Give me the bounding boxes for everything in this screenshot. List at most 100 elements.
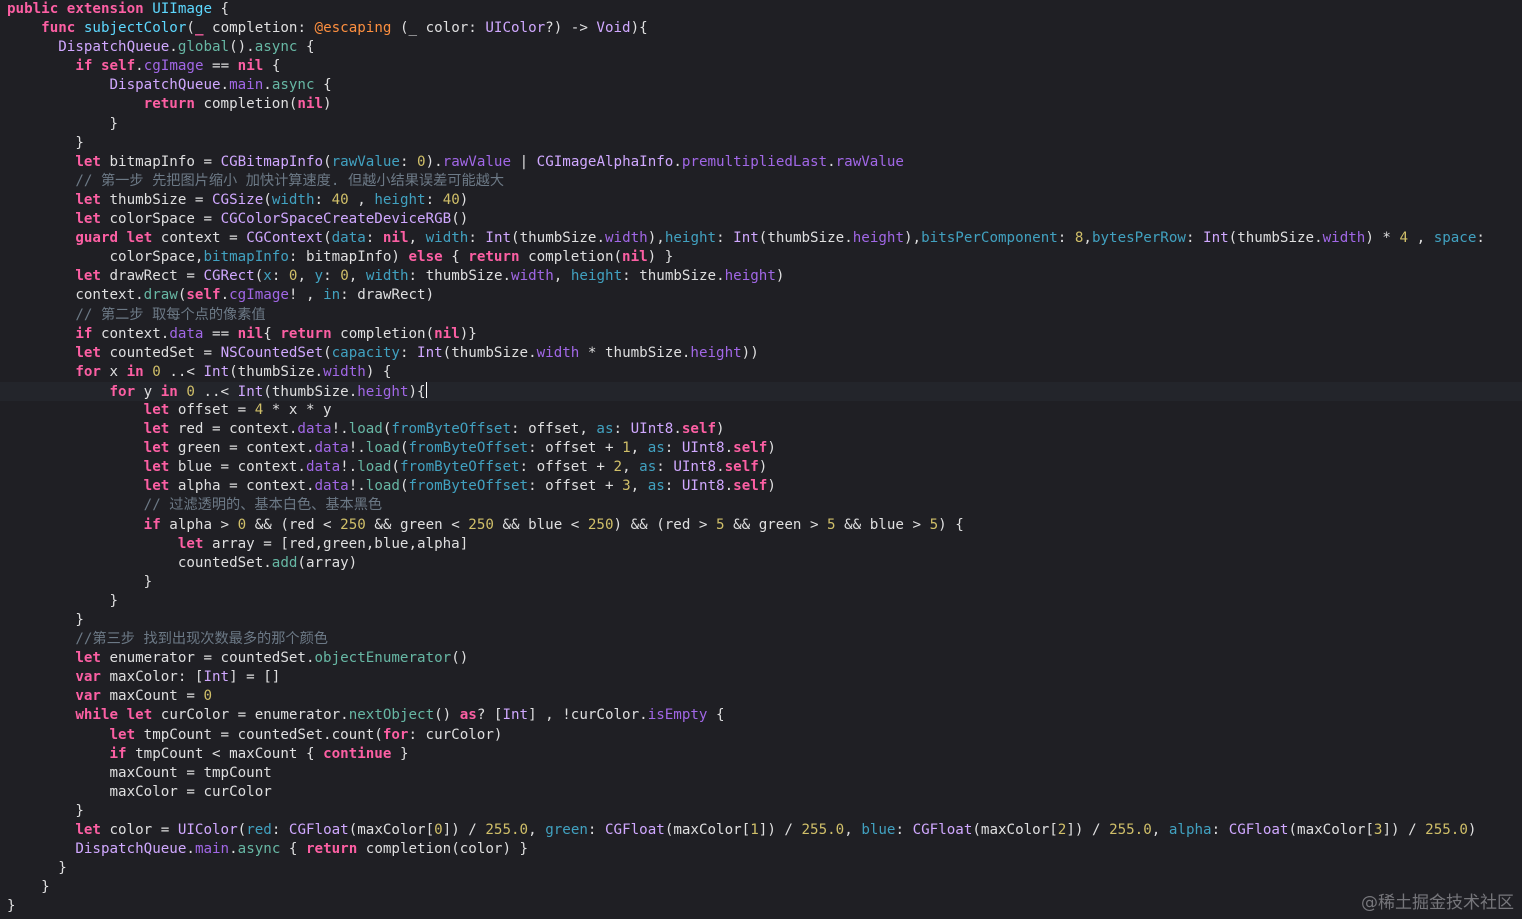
code-token: // 第一步 先把图片缩小 加快计算速度. 但越小结果误差可能越大 bbox=[75, 172, 505, 189]
code-line[interactable]: let colorSpace = CGColorSpaceCreateDevic… bbox=[7, 210, 1522, 229]
code-line[interactable]: if alpha > 0 && (red < 250 && green < 25… bbox=[7, 516, 1522, 535]
code-token: , bbox=[1408, 230, 1434, 247]
code-line[interactable]: context.draw(self.cgImage! , in: drawRec… bbox=[7, 286, 1522, 305]
code-token: : bbox=[425, 191, 443, 208]
code-token: let bbox=[75, 650, 101, 667]
code-token: == bbox=[203, 58, 238, 75]
code-area[interactable]: public extension UIImage { func subjectC… bbox=[0, 0, 1522, 917]
code-token: 0 bbox=[434, 822, 443, 839]
code-token: //第三步 找到出现次数最多的那个颜色 bbox=[75, 631, 328, 648]
code-line[interactable]: let alpha = context.data!.load(fromByteO… bbox=[7, 477, 1522, 496]
code-token: (). bbox=[229, 39, 255, 56]
code-line[interactable]: let blue = context.data!.load(fromByteOf… bbox=[7, 458, 1522, 477]
code-line[interactable]: countedSet.add(array) bbox=[7, 554, 1522, 573]
code-token: } bbox=[7, 115, 119, 132]
code-line[interactable]: let drawRect = CGRect(x: 0, y: 0, width:… bbox=[7, 267, 1522, 286]
code-token: alpha > bbox=[160, 516, 238, 533]
code-line[interactable]: var maxColor: [Int] = [] bbox=[7, 668, 1522, 687]
code-token: ) && (red > bbox=[613, 516, 716, 533]
code-token: (thumbSize. bbox=[442, 344, 537, 361]
code-token: (maxColor[ bbox=[348, 822, 435, 839]
code-line[interactable]: // 第二步 取每个点的像素值 bbox=[7, 306, 1522, 325]
code-line[interactable]: while let curColor = enumerator.nextObje… bbox=[7, 706, 1522, 725]
code-line[interactable]: return completion(nil) bbox=[7, 95, 1522, 114]
code-token: Int bbox=[203, 669, 230, 686]
code-token: : bbox=[664, 440, 682, 457]
code-line[interactable]: DispatchQueue.main.async { return comple… bbox=[7, 840, 1522, 859]
code-line[interactable]: maxCount = tmpCount bbox=[7, 764, 1522, 783]
code-token: : bbox=[656, 459, 674, 476]
code-token: ]) / bbox=[1066, 822, 1110, 839]
code-line[interactable]: } bbox=[7, 802, 1522, 821]
code-line[interactable]: if tmpCount < maxCount { continue } bbox=[7, 745, 1522, 764]
code-token: width bbox=[605, 230, 648, 247]
code-token: y bbox=[314, 268, 324, 285]
code-line[interactable]: } bbox=[7, 134, 1522, 153]
code-token: fromByteOffset bbox=[408, 478, 529, 495]
code-token: ..< bbox=[194, 383, 238, 400]
code-token: nil bbox=[382, 230, 409, 247]
code-line[interactable]: } bbox=[7, 573, 1522, 592]
code-line[interactable]: } bbox=[7, 859, 1522, 878]
code-line[interactable]: if self.cgImage == nil { bbox=[7, 57, 1522, 76]
code-editor[interactable]: public extension UIImage { func subjectC… bbox=[0, 0, 1522, 919]
code-token: data bbox=[331, 230, 366, 247]
code-line[interactable]: var maxCount = 0 bbox=[7, 687, 1522, 706]
code-token: , bbox=[622, 459, 640, 476]
code-line[interactable]: public extension UIImage { bbox=[7, 0, 1522, 19]
code-token: ] , !curColor. bbox=[528, 707, 648, 724]
code-line[interactable]: } bbox=[7, 115, 1522, 134]
code-line[interactable]: let tmpCount = countedSet.count(for: cur… bbox=[7, 726, 1522, 745]
code-line[interactable]: let offset = 4 * x * y bbox=[7, 401, 1522, 420]
code-line[interactable]: } bbox=[7, 611, 1522, 630]
code-line[interactable]: maxColor = curColor bbox=[7, 783, 1522, 802]
code-line[interactable]: } bbox=[7, 897, 1522, 916]
code-token: . bbox=[135, 58, 144, 75]
code-token: cgImage bbox=[143, 58, 204, 75]
code-line[interactable]: let thumbSize = CGSize(width: 40 , heigh… bbox=[7, 191, 1522, 210]
code-line[interactable]: // 过滤透明的、基本白色、基本黑色 bbox=[7, 496, 1522, 515]
code-line[interactable]: let enumerator = countedSet.objectEnumer… bbox=[7, 649, 1522, 668]
code-line[interactable]: // 第一步 先把图片缩小 加快计算速度. 但越小结果误差可能越大 bbox=[7, 172, 1522, 191]
code-line[interactable]: let array = [red,green,blue,alpha] bbox=[7, 535, 1522, 554]
code-line[interactable]: let countedSet = NSCountedSet(capacity: … bbox=[7, 344, 1522, 363]
code-line[interactable]: func subjectColor(_ completion: @escapin… bbox=[7, 19, 1522, 38]
code-line[interactable]: DispatchQueue.main.async { bbox=[7, 76, 1522, 95]
code-line[interactable]: for x in 0 ..< Int(thumbSize.width) { bbox=[7, 363, 1522, 382]
code-token: var bbox=[75, 688, 101, 705]
code-line[interactable]: DispatchQueue.global().async { bbox=[7, 38, 1522, 57]
code-line[interactable]: colorSpace,bitmapInfo: bitmapInfo) else … bbox=[7, 248, 1522, 267]
code-line[interactable]: let color = UIColor(red: CGFloat(maxColo… bbox=[7, 821, 1522, 840]
code-line[interactable]: let green = context.data!.load(fromByteO… bbox=[7, 439, 1522, 458]
code-line-current[interactable]: for y in 0 ..< Int(thumbSize.height){ bbox=[0, 381, 1522, 401]
code-token: && blue > bbox=[835, 516, 930, 533]
code-line[interactable]: if context.data == nil{ return completio… bbox=[7, 325, 1522, 344]
code-token: . bbox=[186, 841, 195, 858]
code-token: 2 bbox=[613, 459, 623, 476]
code-line[interactable]: //第三步 找到出现次数最多的那个颜色 bbox=[7, 630, 1522, 649]
code-token: : bbox=[399, 153, 418, 170]
code-token: in bbox=[126, 363, 144, 380]
code-line[interactable]: guard let context = CGContext(data: nil,… bbox=[7, 229, 1522, 248]
code-token: self bbox=[186, 287, 221, 304]
text-cursor bbox=[425, 381, 427, 398]
code-token: { bbox=[707, 707, 725, 724]
code-token: (thumbSize. bbox=[511, 230, 606, 247]
code-token: : thumbSize. bbox=[622, 268, 725, 285]
code-token: () bbox=[451, 211, 469, 228]
code-token: self bbox=[733, 478, 768, 495]
code-token: (maxColor[ bbox=[1288, 822, 1374, 839]
code-token: blue bbox=[861, 822, 896, 839]
code-line[interactable]: let red = context.data!.load(fromByteOff… bbox=[7, 420, 1522, 439]
code-line[interactable]: } bbox=[7, 592, 1522, 611]
code-line[interactable]: let bitmapInfo = CGBitmapInfo(rawValue: … bbox=[7, 153, 1522, 172]
code-token: width bbox=[323, 363, 366, 380]
code-line[interactable]: } bbox=[7, 878, 1522, 897]
code-token: (thumbSize. bbox=[758, 230, 853, 247]
